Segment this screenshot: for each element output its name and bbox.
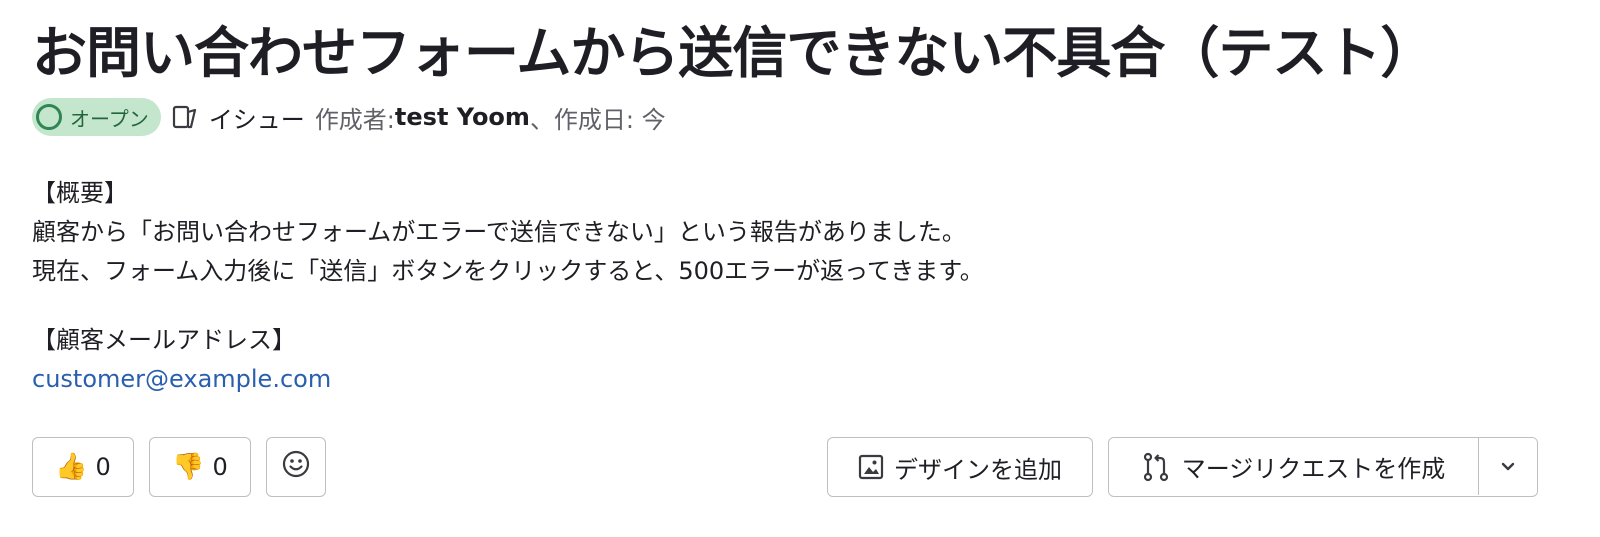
- thumbs-down-button[interactable]: 👎 0: [149, 437, 251, 497]
- issue-actions-bar: 👍 0 👎 0 デザインを追加 マージリクエストを作成: [32, 437, 1538, 497]
- customer-email-link[interactable]: customer@example.com: [32, 365, 331, 393]
- thumbs-up-icon: 👍: [55, 452, 88, 482]
- merge-request-options-toggle[interactable]: [1479, 438, 1537, 495]
- author-name[interactable]: test Yoom: [395, 103, 530, 131]
- add-design-button[interactable]: デザインを追加: [827, 437, 1093, 497]
- create-merge-request-button[interactable]: マージリクエストを作成: [1109, 438, 1479, 495]
- thumbs-down-icon: 👎: [172, 452, 205, 482]
- author-label: 作成者:: [314, 105, 395, 134]
- issue-meta: オープン イシュー 作成者: test Yoom 、作成日: 今: [32, 97, 666, 137]
- description-line: 現在、フォーム入力後に「送信」ボタンをクリックすると、500エラーが返ってきます…: [32, 257, 984, 285]
- issue-type-label: イシュー: [208, 105, 305, 134]
- merge-request-icon: [1142, 452, 1170, 482]
- description-line: 顧客から「お問い合わせフォームがエラーで送信できない」という報告がありました。: [32, 218, 966, 246]
- created-date: 、作成日: 今: [529, 105, 666, 134]
- create-merge-request-split-button: マージリクエストを作成: [1108, 437, 1538, 497]
- thumbs-down-count: 0: [212, 453, 228, 481]
- add-reaction-button[interactable]: [266, 437, 326, 497]
- issue-type-icon: [171, 102, 201, 132]
- section-heading-overview: 【概要】: [32, 179, 128, 207]
- issue-page: お問い合わせフォームから送信できない不具合（テスト） オープン イシュー 作成者…: [0, 0, 1600, 537]
- issue-title: お問い合わせフォームから送信できない不具合（テスト）: [32, 21, 1435, 85]
- chevron-down-icon: [1499, 453, 1517, 481]
- image-icon: [858, 454, 884, 480]
- thumbs-up-button[interactable]: 👍 0: [32, 437, 134, 497]
- add-design-label: デザインを追加: [894, 455, 1062, 484]
- status-badge: オープン: [32, 98, 161, 136]
- create-merge-request-label: マージリクエストを作成: [1181, 455, 1446, 483]
- open-status-icon: [36, 104, 62, 130]
- issue-description: 【概要】 顧客から「お問い合わせフォームがエラーで送信できない」という報告があり…: [32, 174, 984, 399]
- smiley-icon: [281, 449, 311, 485]
- status-label: オープン: [70, 106, 149, 131]
- thumbs-up-count: 0: [95, 453, 111, 481]
- section-heading-email: 【顧客メールアドレス】: [32, 326, 296, 354]
